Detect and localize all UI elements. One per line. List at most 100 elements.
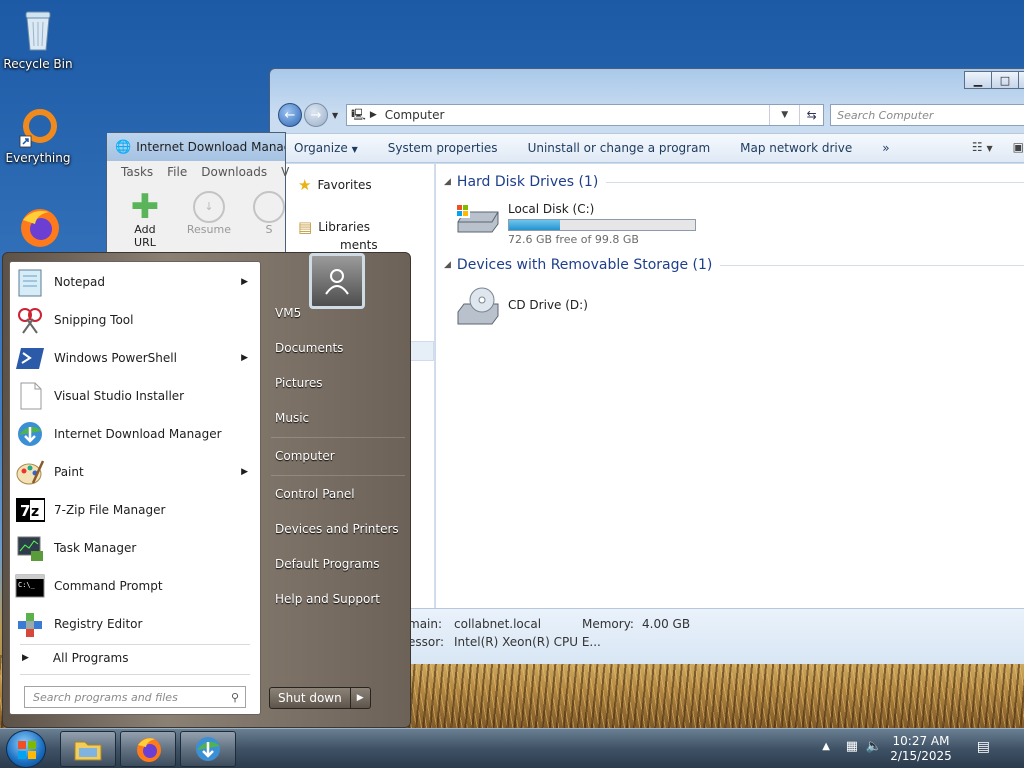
start-item-visual-studio-installer[interactable]: Visual Studio Installer <box>14 378 258 414</box>
desktop-icon-recycle-bin[interactable]: Recycle Bin <box>0 6 76 71</box>
organize-button[interactable]: Organize ▼ <box>294 141 358 155</box>
svg-text:7: 7 <box>20 502 30 520</box>
nav-libraries[interactable]: ▤ Libraries <box>298 218 370 236</box>
minimize-button[interactable]: ▁ <box>964 71 992 89</box>
close-button[interactable]: ✕ <box>1018 71 1024 89</box>
start-button[interactable] <box>6 730 46 768</box>
computer-small-icon: 🖳 <box>351 107 366 121</box>
start-search-input[interactable]: Search programs and files ⚲ <box>24 686 246 708</box>
show-hidden-icons-icon[interactable]: ▲ <box>822 741 830 752</box>
back-button[interactable]: ← <box>278 103 302 127</box>
group-divider <box>606 181 1024 183</box>
start-right-control-panel[interactable]: Control Panel <box>275 487 355 501</box>
action-center-icon[interactable]: ▤ <box>977 739 990 755</box>
taskbar-firefox-button[interactable] <box>120 731 176 767</box>
shutdown-options-icon[interactable]: ▶ <box>350 687 371 709</box>
taskbar: ▲ ▦ 🔈 10:27 AM 2/15/2025 ▤ <box>0 728 1024 768</box>
folder-icon <box>74 741 102 761</box>
desktop-icon-firefox[interactable] <box>0 204 76 253</box>
address-dropdown-icon[interactable]: ▼ <box>769 105 799 125</box>
drive-d[interactable]: CD Drive (D:) <box>454 286 588 333</box>
nav-favorites[interactable]: ★ Favorites <box>298 176 372 194</box>
user-avatar[interactable] <box>309 253 365 309</box>
start-right-pictures[interactable]: Pictures <box>275 376 323 390</box>
address-bar[interactable]: 🖳 ▶ Computer ▼ ⇆ <box>346 104 825 126</box>
idm-stop-button[interactable]: S <box>253 191 285 249</box>
start-item-task-manager[interactable]: Task Manager <box>14 530 258 566</box>
group-header-hard-disk[interactable]: ◢ Hard Disk Drives (1) <box>444 174 1024 190</box>
start-right-documents[interactable]: Documents <box>275 341 343 355</box>
idm-menu-downloads[interactable]: Downloads <box>201 165 267 179</box>
clock[interactable]: 10:27 AM 2/15/2025 <box>890 734 952 764</box>
recycle-bin-icon <box>19 6 57 54</box>
view-options-icon[interactable]: ☷ ▼ <box>972 140 993 154</box>
system-properties-button[interactable]: System properties <box>388 141 498 155</box>
collapse-icon: ◢ <box>444 177 451 187</box>
idm-add-url-button[interactable]: ✚ Add URL <box>125 187 165 249</box>
registry-editor-icon <box>14 608 46 640</box>
taskbar-explorer-button[interactable] <box>60 731 116 767</box>
forward-button[interactable]: → <box>304 103 328 127</box>
memory-label: Memory: <box>582 617 634 631</box>
idm-title-bar[interactable]: 🌐 Internet Download Manag <box>107 133 285 161</box>
start-item-notepad[interactable]: Notepad ▶ <box>14 264 258 300</box>
more-commands-button[interactable]: » <box>882 141 889 155</box>
drive-d-label: CD Drive (D:) <box>508 298 588 312</box>
drive-c-label: Local Disk (C:) <box>508 202 595 216</box>
start-item-7zip[interactable]: 7z 7-Zip File Manager <box>14 492 258 528</box>
document-icon <box>14 380 46 412</box>
command-bar: Organize ▼ System properties Uninstall o… <box>270 133 1024 163</box>
start-right-music[interactable]: Music <box>275 411 309 425</box>
idm-menu-file[interactable]: File <box>167 165 187 179</box>
map-network-drive-button[interactable]: Map network drive <box>740 141 852 155</box>
group-header-removable[interactable]: ◢ Devices with Removable Storage (1) <box>444 257 1024 273</box>
desktop-icon-everything[interactable]: Everything <box>0 106 76 165</box>
drive-c[interactable]: Local Disk (C:) 72.6 GB free of 99.8 GB <box>454 202 696 246</box>
maximize-button[interactable]: □ <box>991 71 1019 89</box>
separator <box>271 475 405 476</box>
user-icon <box>325 269 349 295</box>
processor-label: essor: <box>408 635 444 649</box>
search-icon[interactable]: ⚲ <box>231 691 239 704</box>
idm-menu-tasks[interactable]: Tasks <box>121 165 153 179</box>
start-item-command-prompt[interactable]: C:\_ Command Prompt <box>14 568 258 604</box>
start-right-help-support[interactable]: Help and Support <box>275 592 380 606</box>
separator <box>271 437 405 438</box>
content-pane: ◢ Hard Disk Drives (1) Local Disk (C:) 7… <box>436 164 1024 608</box>
nav-selected-highlight <box>410 341 434 361</box>
all-programs-button[interactable]: ▶ All Programs <box>22 651 129 665</box>
chevron-down-icon: ▼ <box>351 145 358 154</box>
network-icon[interactable]: ▦ <box>846 739 858 754</box>
start-item-idm[interactable]: Internet Download Manager <box>14 416 258 452</box>
breadcrumb-computer[interactable]: Computer <box>385 108 445 122</box>
plus-icon: ✚ <box>130 187 160 227</box>
idm-menu-view[interactable]: V <box>281 165 289 179</box>
start-right-devices-printers[interactable]: Devices and Printers <box>275 522 399 536</box>
idm-resume-button[interactable]: ↓ Resume <box>187 191 231 249</box>
shutdown-button[interactable]: Shut down <box>269 687 351 709</box>
7zip-icon: 7z <box>14 494 46 526</box>
start-right-default-programs[interactable]: Default Programs <box>275 557 380 571</box>
start-right-computer[interactable]: Computer <box>275 449 335 463</box>
task-manager-icon <box>14 532 46 564</box>
nav-documents[interactable]: ments <box>340 238 378 252</box>
taskbar-idm-button[interactable] <box>180 731 236 767</box>
start-right-user[interactable]: VM5 <box>275 306 301 320</box>
volume-muted-icon[interactable]: 🔈 <box>866 739 882 754</box>
group-divider <box>720 264 1024 266</box>
preview-pane-icon[interactable]: ▣ <box>1013 140 1024 154</box>
start-programs-list: Notepad ▶ Snipping Tool Windows PowerShel… <box>9 261 261 715</box>
start-item-registry-editor[interactable]: Registry Editor <box>14 606 258 642</box>
libraries-icon: ▤ <box>298 218 313 236</box>
drive-c-free-space: 72.6 GB free of 99.8 GB <box>508 233 639 246</box>
start-item-paint[interactable]: Paint ▶ <box>14 454 258 490</box>
shutdown-group: Shut down ▶ <box>269 687 371 709</box>
refresh-icon[interactable]: ⇆ <box>799 105 823 125</box>
recent-pages-icon[interactable]: ▼ <box>332 111 338 120</box>
desktop-icon-label: Everything <box>5 151 71 165</box>
start-item-powershell[interactable]: Windows PowerShell ▶ <box>14 340 258 376</box>
search-input[interactable]: Search Computer <box>830 104 1024 126</box>
idm-icon <box>14 418 46 450</box>
start-item-snipping-tool[interactable]: Snipping Tool <box>14 302 258 338</box>
uninstall-program-button[interactable]: Uninstall or change a program <box>528 141 711 155</box>
